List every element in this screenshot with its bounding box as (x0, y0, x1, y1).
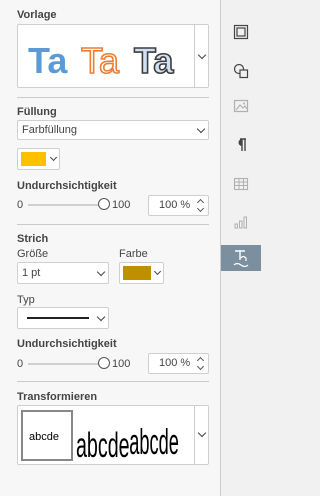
stroke-opacity-slider-thumb[interactable] (98, 357, 110, 369)
textart-icon (233, 250, 249, 267)
separator (17, 381, 209, 382)
stroke-opacity-slider[interactable] (28, 363, 104, 365)
textart-style-2[interactable]: Ta (80, 39, 121, 82)
stroke-size-label: Größe (17, 248, 49, 260)
stroke-type-select[interactable] (17, 307, 109, 329)
chart-settings-button[interactable] (221, 210, 261, 234)
chevron-down-icon[interactable] (196, 124, 206, 134)
stroke-opacity-input[interactable]: 100 % (148, 353, 209, 374)
fill-opacity-slider[interactable] (28, 204, 104, 206)
textart-style-1[interactable]: Ta (28, 40, 68, 81)
transform-title: Transformieren (17, 391, 98, 403)
spin-down-icon[interactable] (196, 362, 205, 371)
stroke-size-select[interactable]: 1 pt (17, 262, 109, 284)
stroke-color-swatch (123, 266, 151, 280)
transform-wave-option[interactable]: abcde (129, 422, 179, 462)
fill-color-picker[interactable] (17, 148, 60, 170)
chevron-down-icon[interactable] (197, 428, 207, 438)
separator (17, 97, 209, 98)
transform-picker[interactable]: abcde abcde abcde (17, 405, 209, 465)
stroke-title: Strich (17, 233, 49, 245)
chevron-down-icon[interactable] (197, 50, 207, 60)
fill-color-swatch (21, 152, 46, 166)
chevron-down-icon[interactable] (96, 312, 106, 322)
fill-opacity-value: 100 % (159, 199, 191, 211)
fill-opacity-input[interactable]: 100 % (148, 195, 209, 216)
transform-options: abcde abcde (76, 422, 179, 463)
paragraph-settings-button[interactable] (221, 133, 261, 157)
stroke-type-label: Typ (17, 294, 35, 306)
fill-type-value: Farbfüllung (22, 124, 78, 136)
textart-style-3[interactable]: Ta (133, 39, 175, 82)
textart-settings-button[interactable] (221, 245, 261, 271)
fill-title: Füllung (17, 106, 57, 118)
transform-none-label: abcde (29, 431, 59, 443)
shape-settings-button[interactable] (221, 59, 261, 83)
template-title: Vorlage (17, 9, 57, 21)
stroke-opacity-value: 100 % (159, 357, 191, 369)
right-toolbar (221, 0, 261, 496)
settings-panel: Vorlage Ta Ta Ta Füllung Farbfüllung Und… (0, 0, 221, 496)
fill-opacity-max: 100 (112, 199, 131, 211)
stroke-opacity-max: 100 (112, 358, 131, 370)
spin-down-icon[interactable] (196, 204, 205, 213)
image-settings-button[interactable] (221, 94, 261, 118)
textart-template-picker[interactable]: Ta Ta Ta (17, 24, 209, 88)
stroke-opacity-title: Undurchsichtigkeit (17, 338, 117, 350)
fill-type-select[interactable]: Farbfüllung (17, 120, 209, 140)
paragraph-icon (238, 138, 246, 151)
stroke-color-label: Farbe (119, 248, 148, 260)
stroke-size-value: 1 pt (22, 267, 41, 279)
chart-icon (234, 216, 247, 229)
fill-opacity-min: 0 (17, 199, 24, 211)
fill-opacity-slider-thumb[interactable] (98, 198, 110, 210)
slide-settings-icon (233, 24, 249, 40)
picker-divider (194, 25, 195, 87)
chevron-down-icon[interactable] (96, 267, 106, 277)
image-settings-icon (233, 99, 249, 113)
textart-template-previews: Ta Ta Ta (28, 39, 175, 82)
transform-none-option[interactable]: abcde (21, 410, 73, 461)
chevron-down-icon[interactable] (49, 153, 58, 162)
separator (17, 224, 209, 225)
stroke-opacity-min: 0 (17, 358, 24, 370)
slide-settings-button[interactable] (221, 20, 261, 44)
fill-opacity-title: Undurchsichtigkeit (17, 180, 117, 192)
table-settings-button[interactable] (221, 172, 261, 196)
table-icon (233, 177, 249, 191)
shape-settings-icon (233, 63, 249, 79)
transform-stretch-option[interactable]: abcde (76, 425, 130, 463)
chevron-down-icon[interactable] (153, 267, 162, 276)
picker-divider (194, 406, 195, 464)
solid-line-icon (27, 317, 89, 319)
stroke-color-picker[interactable] (119, 262, 164, 284)
